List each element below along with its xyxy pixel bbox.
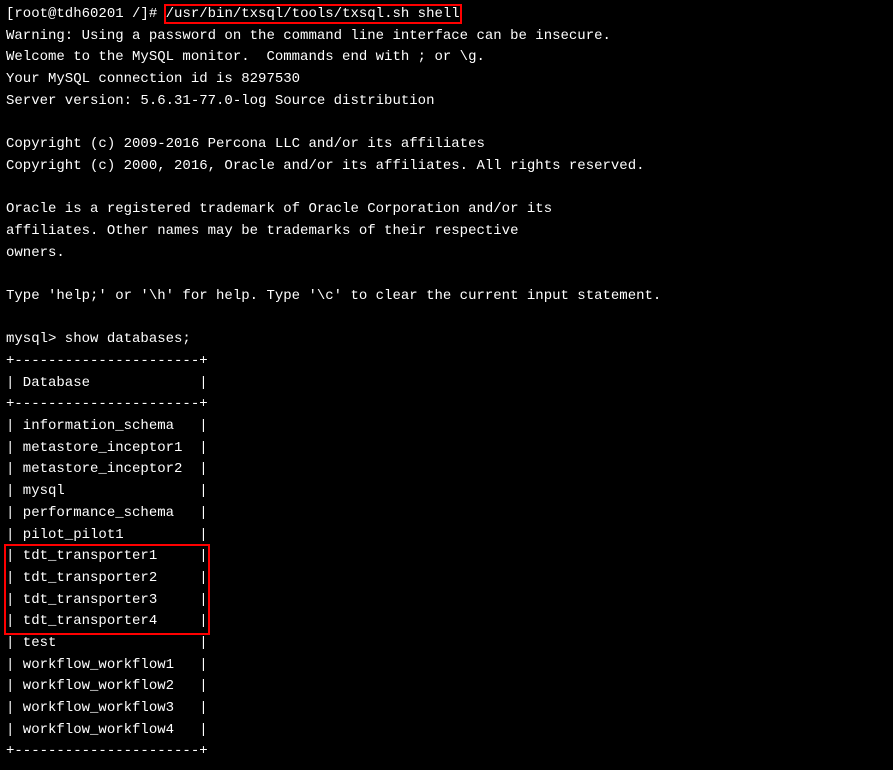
mysql-command-line: mysql> show databases; (6, 329, 887, 351)
server-version-line: Server version: 5.6.31-77.0-log Source d… (6, 91, 887, 113)
table-row-pilot: | pilot_pilot1 | (6, 525, 887, 547)
connection-line: Your MySQL connection id is 8297530 (6, 69, 887, 91)
table-row-workflow4: | workflow_workflow4 | (6, 720, 887, 742)
table-highlighted-rows: | tdt_transporter1 || tdt_transporter2 |… (6, 546, 887, 633)
warning-line: Warning: Using a password on the command… (6, 26, 887, 48)
oracle-line-2: affiliates. Other names may be trademark… (6, 221, 887, 243)
copyright-line-2: Copyright (c) 2000, 2016, Oracle and/or … (6, 156, 887, 178)
copyright-line-1: Copyright (c) 2009-2016 Percona LLC and/… (6, 134, 887, 156)
table-row-workflow2: | workflow_workflow2 | (6, 676, 887, 698)
table-border-bottom: +----------------------+ (6, 741, 887, 763)
command-highlight: /usr/bin/txsql/tools/txsql.sh shell (166, 6, 460, 22)
table-row-mysql: | mysql | (6, 481, 887, 503)
table-row-perf-schema: | performance_schema | (6, 503, 887, 525)
table-row-metastore1: | metastore_inceptor1 | (6, 438, 887, 460)
blank-3 (6, 264, 887, 286)
oracle-line-3: owners. (6, 243, 887, 265)
blank-2 (6, 178, 887, 200)
prompt-prefix: [root@tdh60201 /]# (6, 6, 166, 22)
oracle-line-1: Oracle is a registered trademark of Orac… (6, 199, 887, 221)
table-border-header: +----------------------+ (6, 394, 887, 416)
terminal-window: [root@tdh60201 /]# /usr/bin/txsql/tools/… (6, 4, 887, 763)
blank-4 (6, 308, 887, 330)
table-row-workflow3: | workflow_workflow3 | (6, 698, 887, 720)
table-row-info-schema: | information_schema | (6, 416, 887, 438)
table-row-metastore2: | metastore_inceptor2 | (6, 459, 887, 481)
table-border-top: +----------------------+ (6, 351, 887, 373)
table-row-test: | test | (6, 633, 887, 655)
blank-1 (6, 112, 887, 134)
command-line: [root@tdh60201 /]# /usr/bin/txsql/tools/… (6, 4, 887, 26)
welcome-line: Welcome to the MySQL monitor. Commands e… (6, 47, 887, 69)
help-line: Type 'help;' or '\h' for help. Type '\c'… (6, 286, 887, 308)
table-header: | Database | (6, 373, 887, 395)
table-row-workflow1: | workflow_workflow1 | (6, 655, 887, 677)
